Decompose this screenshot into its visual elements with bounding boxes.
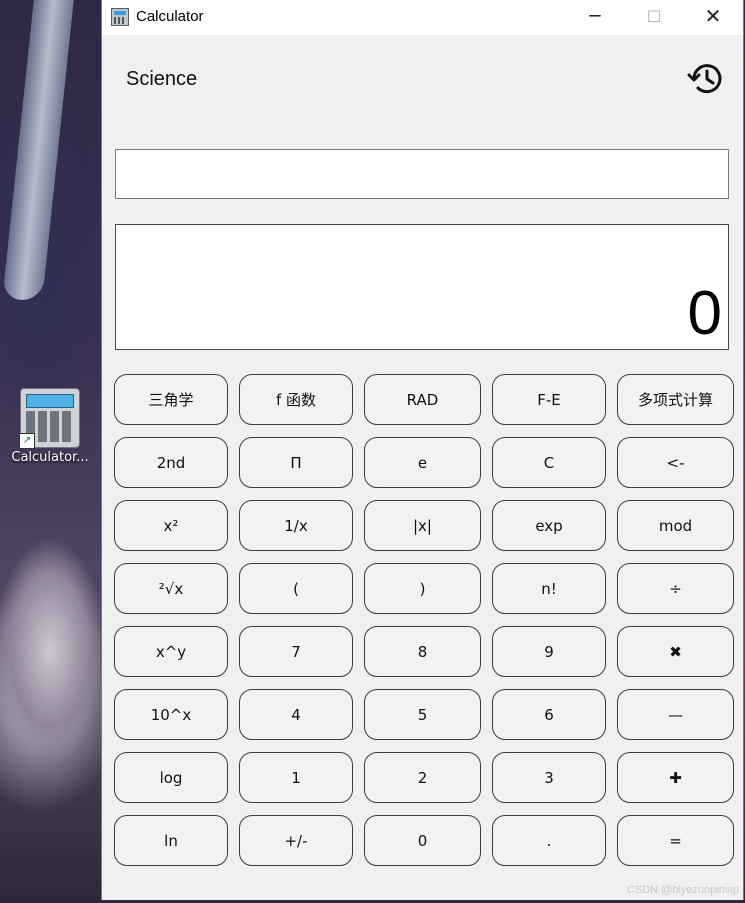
calculator-app-icon (111, 8, 129, 26)
key-7[interactable]: 7 (239, 626, 353, 677)
key-3[interactable]: 3 (492, 752, 606, 803)
result-display: 0 (115, 224, 729, 350)
key-clear[interactable]: C (492, 437, 606, 488)
key-0[interactable]: 0 (364, 815, 481, 866)
key-equals[interactable]: = (617, 815, 734, 866)
key-trigonometry[interactable]: 三角学 (114, 374, 228, 425)
key-8[interactable]: 8 (364, 626, 481, 677)
close-button[interactable]: ✕ (684, 0, 742, 35)
key-2nd[interactable]: 2nd (114, 437, 228, 488)
key-rad[interactable]: RAD (364, 374, 481, 425)
key-9[interactable]: 9 (492, 626, 606, 677)
desktop-shortcut-calculator[interactable]: ↗ Calculator... (2, 388, 98, 465)
title-bar[interactable]: Calculator ─ ☐ ✕ (102, 0, 743, 35)
calculator-icon: ↗ (19, 388, 80, 449)
key-multiply[interactable]: ✖ (617, 626, 734, 677)
key-reciprocal[interactable]: 1/x (239, 500, 353, 551)
result-value: 0 (687, 279, 722, 348)
key-decimal[interactable]: . (492, 815, 606, 866)
key-function[interactable]: f 函数 (239, 374, 353, 425)
key-sqrt[interactable]: ²√x (114, 563, 228, 614)
shortcut-arrow-icon: ↗ (19, 433, 35, 449)
calculator-window: Calculator ─ ☐ ✕ Science 0 三角学 f 函数 RAD … (101, 0, 744, 900)
watermark: CSDN @biyezuopinvip (626, 884, 739, 896)
key-1[interactable]: 1 (239, 752, 353, 803)
key-fe[interactable]: F-E (492, 374, 606, 425)
window-title: Calculator (136, 8, 204, 25)
key-pi[interactable]: Π (239, 437, 353, 488)
key-ten-power[interactable]: 10^x (114, 689, 228, 740)
key-exp[interactable]: exp (492, 500, 606, 551)
mode-title: Science (126, 68, 198, 90)
key-polynomial[interactable]: 多项式计算 (617, 374, 734, 425)
minimize-button[interactable]: ─ (566, 0, 624, 35)
key-divide[interactable]: ÷ (617, 563, 734, 614)
desktop-shortcut-label: Calculator... (11, 450, 89, 465)
key-add[interactable]: ✚ (617, 752, 734, 803)
key-backspace[interactable]: <- (617, 437, 734, 488)
expression-input[interactable] (115, 149, 729, 199)
key-subtract[interactable]: — (617, 689, 734, 740)
key-square[interactable]: x² (114, 500, 228, 551)
history-icon[interactable] (686, 58, 728, 100)
key-close-paren[interactable]: ) (364, 563, 481, 614)
key-2[interactable]: 2 (364, 752, 481, 803)
key-e[interactable]: e (364, 437, 481, 488)
wallpaper-figure (0, 470, 100, 900)
key-5[interactable]: 5 (364, 689, 481, 740)
key-factorial[interactable]: n! (492, 563, 606, 614)
key-ln[interactable]: ln (114, 815, 228, 866)
key-6[interactable]: 6 (492, 689, 606, 740)
key-abs[interactable]: |x| (364, 500, 481, 551)
key-4[interactable]: 4 (239, 689, 353, 740)
key-negate[interactable]: +/- (239, 815, 353, 866)
key-power[interactable]: x^y (114, 626, 228, 677)
key-open-paren[interactable]: ( (239, 563, 353, 614)
maximize-button[interactable]: ☐ (625, 0, 683, 35)
key-mod[interactable]: mod (617, 500, 734, 551)
keypad: 三角学 f 函数 RAD F-E 多项式计算 2nd Π e C <- x² 1… (114, 374, 734, 866)
key-log[interactable]: log (114, 752, 228, 803)
wallpaper-art (2, 0, 74, 300)
